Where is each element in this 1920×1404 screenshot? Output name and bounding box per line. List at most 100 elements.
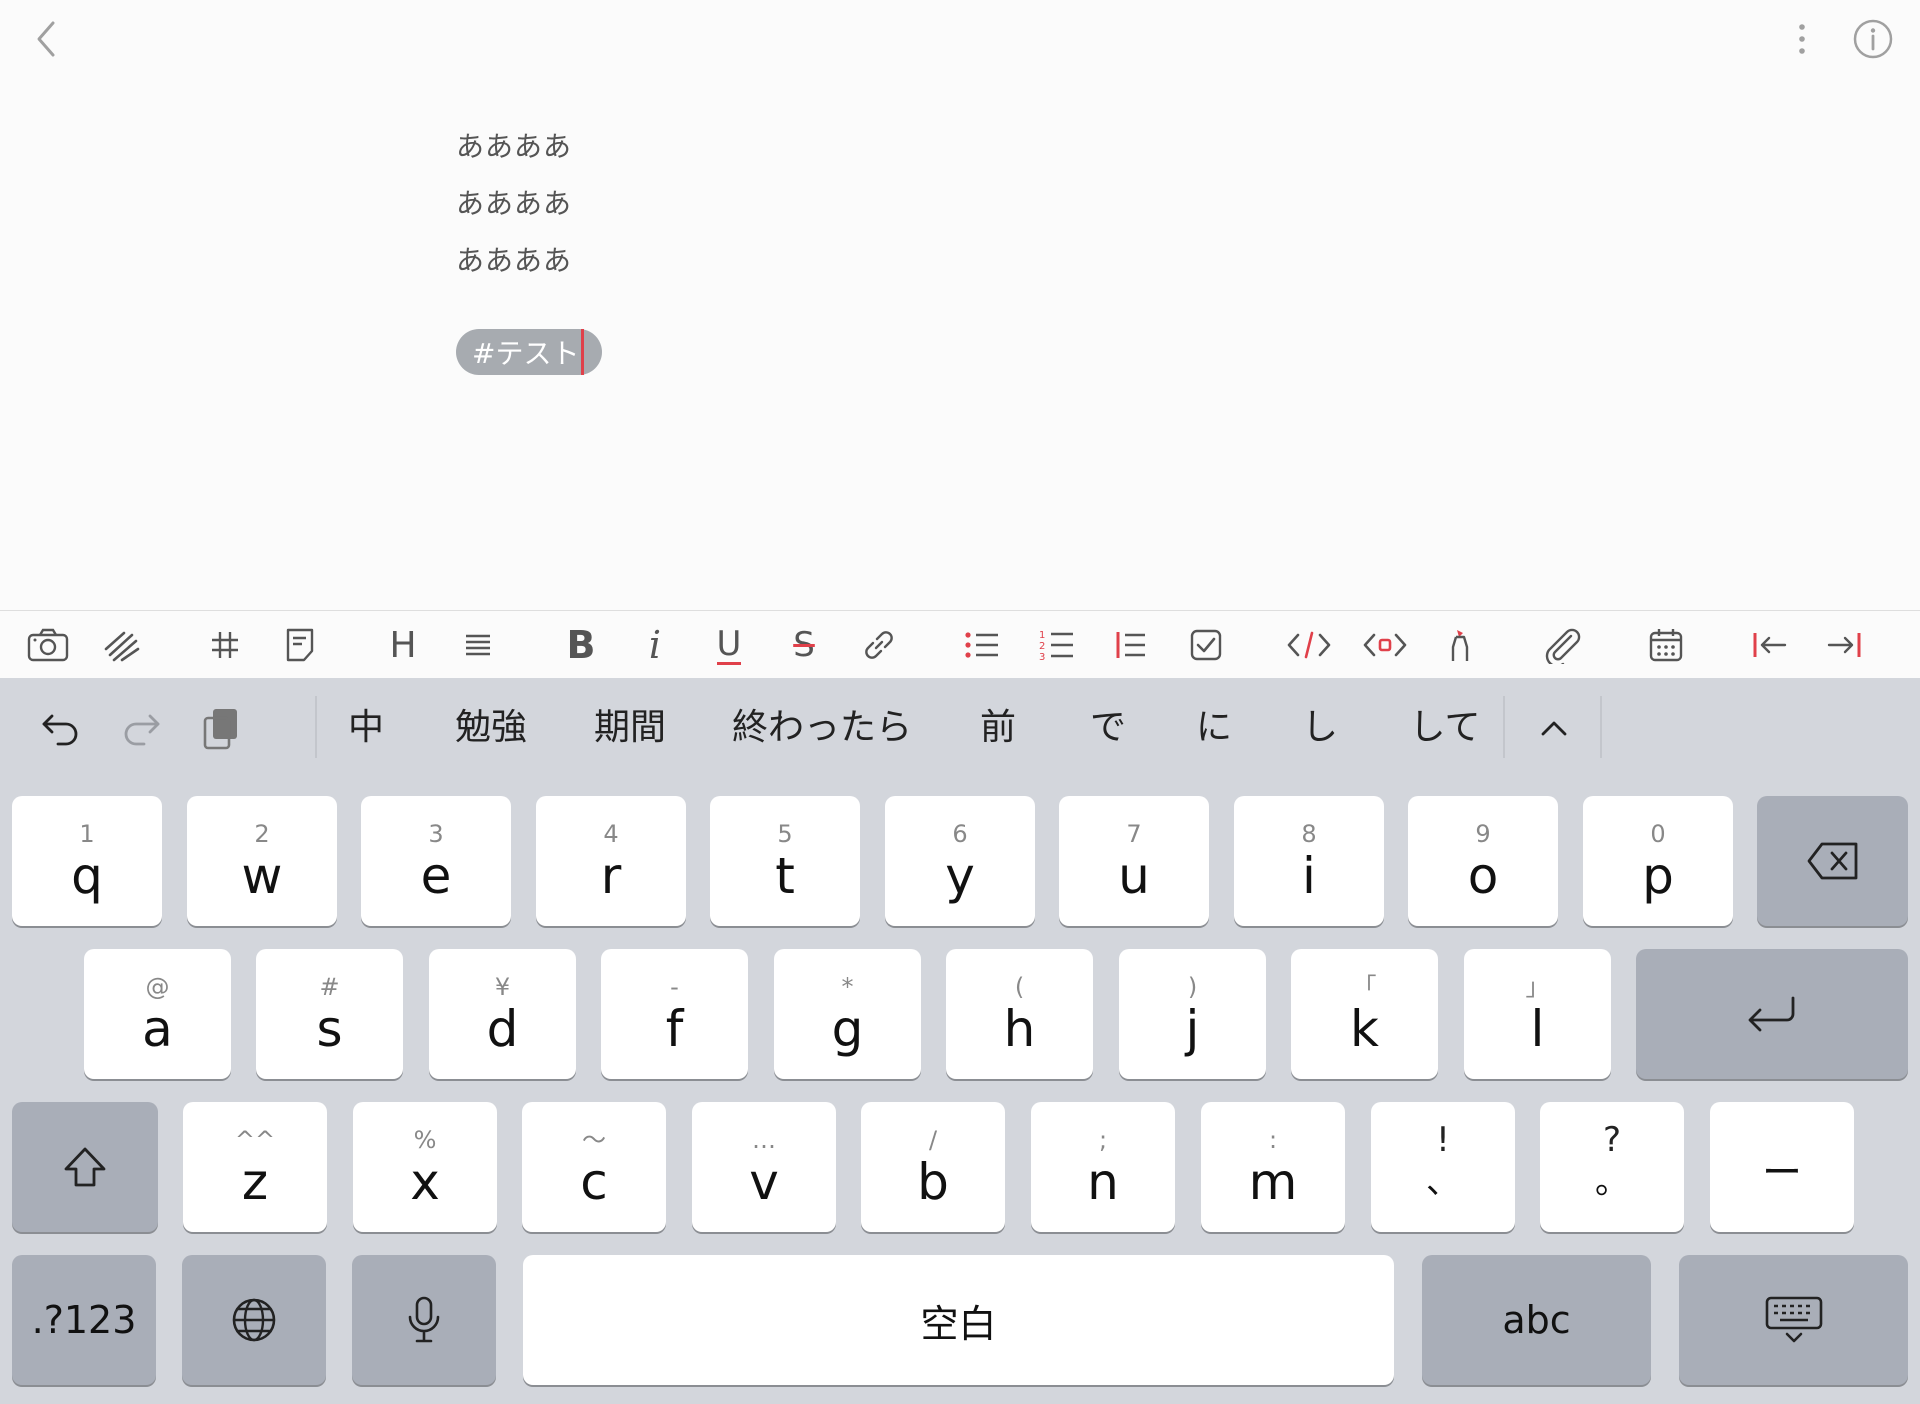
more-vertical-icon xyxy=(1799,24,1805,54)
key-long-dash[interactable]: ー xyxy=(1710,1102,1854,1232)
candidate-word[interactable]: に xyxy=(1178,678,1250,778)
calendar-button[interactable] xyxy=(1636,611,1696,679)
microphone-key[interactable] xyxy=(352,1255,496,1385)
key-h[interactable]: (h xyxy=(946,949,1093,1079)
key-d[interactable]: ¥ d xyxy=(429,949,576,1079)
key-b[interactable]: / b xyxy=(861,1102,1005,1232)
key-x[interactable]: % x xyxy=(353,1102,497,1232)
key-l[interactable]: 」 l xyxy=(1464,949,1611,1079)
key-primary: u xyxy=(1118,847,1150,905)
key-f[interactable]: -f xyxy=(601,949,748,1079)
key-secondary: 1 xyxy=(79,820,95,848)
italic-button[interactable]: i xyxy=(625,611,685,679)
candidate-word[interactable]: 前 xyxy=(962,678,1034,778)
key-g[interactable]: * g xyxy=(774,949,921,1079)
back-button[interactable] xyxy=(22,14,70,64)
key-y[interactable]: 6y xyxy=(885,796,1035,926)
key-j[interactable]: ) j xyxy=(1119,949,1266,1079)
checkbox-icon xyxy=(1190,629,1222,661)
note-editor[interactable]: ああああ ああああ ああああ #テスト xyxy=(456,118,1556,375)
key-primary: r xyxy=(600,847,622,905)
note-button[interactable] xyxy=(270,611,330,679)
key-o[interactable]: 9o xyxy=(1408,796,1558,926)
key-t[interactable]: 5t xyxy=(710,796,860,926)
return-key[interactable] xyxy=(1636,949,1908,1079)
svg-text:1: 1 xyxy=(1039,630,1045,641)
key-primary: w xyxy=(241,847,283,905)
redo-button[interactable] xyxy=(114,703,168,753)
numbered-list-button[interactable]: 123 xyxy=(1027,611,1087,679)
top-bar xyxy=(0,0,1920,80)
candidate-word[interactable]: 中 xyxy=(332,678,400,778)
text-line: ああああ xyxy=(456,187,573,220)
key-p[interactable]: 0p xyxy=(1583,796,1733,926)
key-primary: v xyxy=(749,1153,779,1211)
quote-button[interactable] xyxy=(1101,611,1161,679)
align-button[interactable] xyxy=(448,611,508,679)
code-block-button[interactable] xyxy=(1355,611,1415,679)
outdent-button[interactable] xyxy=(1740,611,1800,679)
link-button[interactable] xyxy=(849,611,909,679)
scribble-button[interactable] xyxy=(92,611,152,679)
candidate-word[interactable]: し xyxy=(1284,678,1356,778)
globe-key[interactable] xyxy=(182,1255,326,1385)
candidate-word[interactable]: して xyxy=(1390,678,1500,778)
hashtag-chip[interactable]: #テスト xyxy=(456,329,603,375)
key-m[interactable]: :m xyxy=(1201,1102,1345,1232)
key-z[interactable]: ^^ z xyxy=(183,1102,327,1232)
more-button[interactable] xyxy=(1780,14,1824,64)
key-u[interactable]: 7u xyxy=(1059,796,1209,926)
candidate-word[interactable]: 勉強 xyxy=(434,678,548,778)
key-q[interactable]: 1q xyxy=(12,796,162,926)
numbers-key[interactable]: .?123 xyxy=(12,1255,156,1385)
backspace-key[interactable] xyxy=(1757,796,1908,926)
paste-button[interactable] xyxy=(194,700,248,756)
hashtag-button[interactable] xyxy=(195,611,255,679)
indent-button[interactable] xyxy=(1814,611,1874,679)
key-k[interactable]: 「k xyxy=(1291,949,1438,1079)
key-period[interactable]: ?。 xyxy=(1540,1102,1684,1232)
numbers-key-label: .?123 xyxy=(31,1298,137,1342)
expand-candidates-button[interactable] xyxy=(1512,703,1596,753)
key-n[interactable]: ; n xyxy=(1031,1102,1175,1232)
key-secondary: ! xyxy=(1436,1120,1450,1160)
backspace-icon xyxy=(1807,842,1857,880)
code-button[interactable] xyxy=(1279,611,1339,679)
bullet-list-button[interactable] xyxy=(952,611,1012,679)
candidate-word[interactable]: 期間 xyxy=(572,678,688,778)
key-c[interactable]: 〜 c xyxy=(522,1102,666,1232)
key-v[interactable]: … v xyxy=(692,1102,836,1232)
undo-button[interactable] xyxy=(34,703,88,753)
underline-button[interactable]: U xyxy=(699,611,759,679)
key-secondary: % xyxy=(413,1126,437,1154)
attachment-button[interactable] xyxy=(1533,611,1593,679)
highlight-button[interactable] xyxy=(1430,611,1490,679)
key-w[interactable]: 2w xyxy=(187,796,337,926)
key-primary: 、 xyxy=(1426,1162,1460,1202)
strikethrough-button[interactable]: S xyxy=(774,611,834,679)
key-s[interactable]: # s xyxy=(256,949,403,1079)
space-key[interactable]: 空白 xyxy=(523,1255,1394,1385)
dismiss-keyboard-key[interactable] xyxy=(1679,1255,1908,1385)
key-i[interactable]: 8i xyxy=(1234,796,1384,926)
strikethrough-icon: S xyxy=(793,625,815,665)
camera-button[interactable] xyxy=(18,611,78,679)
key-e[interactable]: 3e xyxy=(361,796,511,926)
key-secondary: 〜 xyxy=(582,1126,606,1154)
key-primary: o xyxy=(1467,847,1499,905)
shift-key[interactable] xyxy=(12,1102,158,1232)
key-primary: h xyxy=(1003,1000,1036,1058)
info-button[interactable] xyxy=(1848,14,1898,64)
key-r[interactable]: 4r xyxy=(536,796,686,926)
candidate-word[interactable]: で xyxy=(1072,678,1144,778)
abc-key[interactable]: abc xyxy=(1422,1255,1651,1385)
key-comma[interactable]: !、 xyxy=(1371,1102,1515,1232)
key-a[interactable]: @ a xyxy=(84,949,231,1079)
candidate-word[interactable]: 終わったら xyxy=(714,678,930,778)
bold-button[interactable]: B xyxy=(551,611,611,679)
clipboard-icon xyxy=(203,709,237,750)
heading-button[interactable]: H xyxy=(373,611,433,679)
key-primary: e xyxy=(420,847,452,905)
camera-icon xyxy=(27,628,69,662)
checkbox-button[interactable] xyxy=(1176,611,1236,679)
